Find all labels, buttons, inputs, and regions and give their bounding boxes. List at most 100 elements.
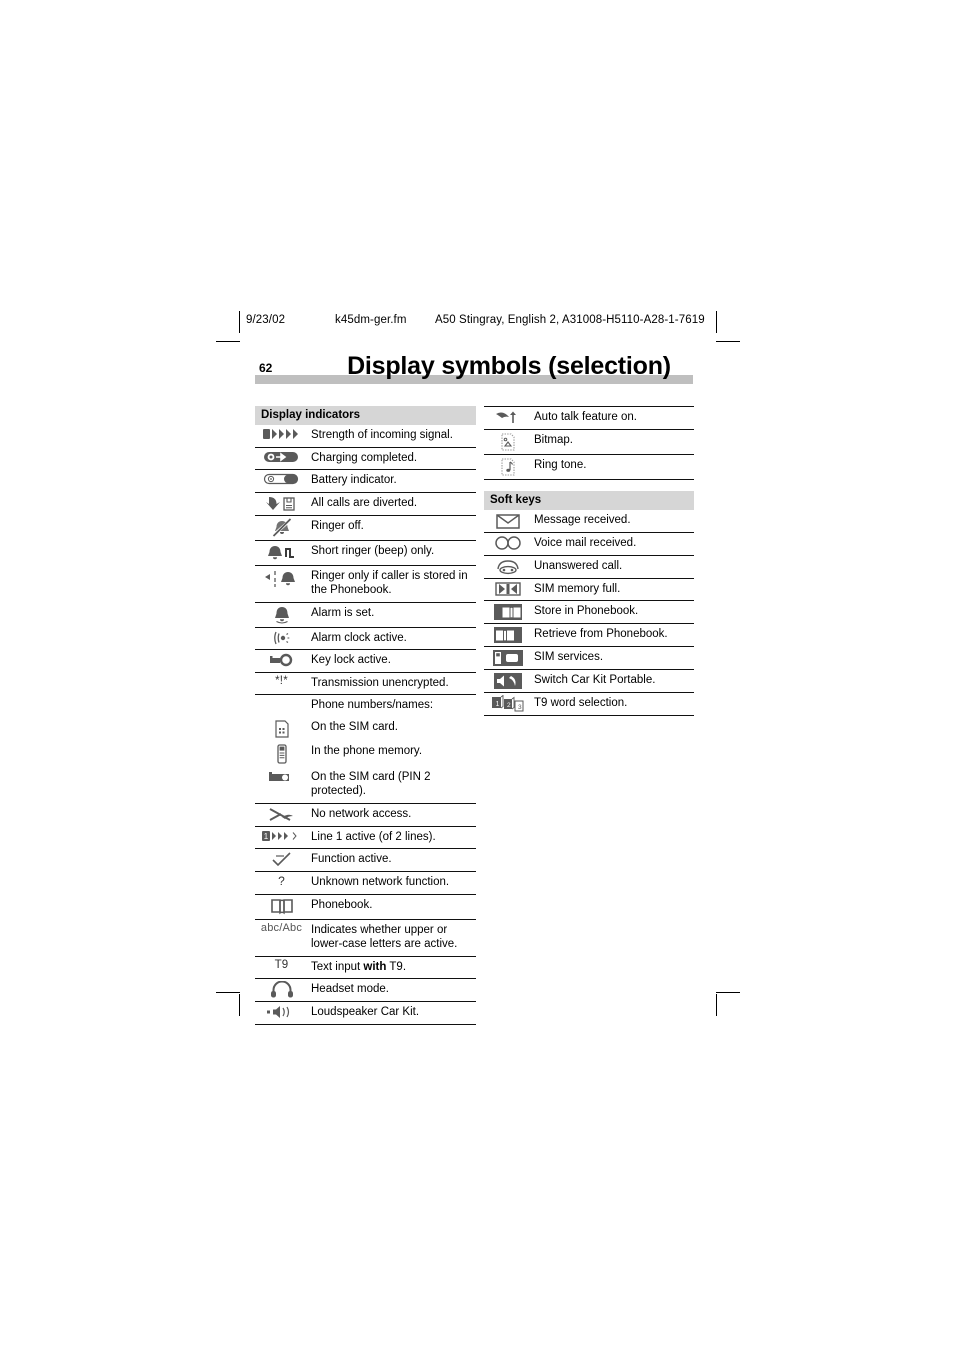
t9-text-after: T9.	[386, 960, 407, 973]
battery-charged-icon	[255, 448, 308, 466]
table-row: Short ringer (beep) only.	[255, 541, 476, 566]
row-label: No network access.	[311, 807, 412, 820]
row-label: Retrieve from Phonebook.	[534, 628, 668, 640]
row-label: Ringer only if caller is stored in the P…	[311, 569, 468, 597]
row-label: Battery indicator.	[311, 474, 397, 486]
table-row: 1 Line 1 active (of 2 lines).	[255, 827, 476, 849]
table-row: In the phone memory.	[255, 741, 476, 767]
sim-pin2-icon	[255, 767, 308, 787]
row-label: Phone numbers/names:	[311, 699, 434, 711]
voice-mail-icon	[484, 533, 531, 553]
table-row: Phone numbers/names:	[255, 695, 476, 717]
row-label: Store in Phonebook.	[534, 605, 639, 617]
table-row: Store in Phonebook.	[484, 601, 694, 624]
soft-keys-table: Auto talk feature on. Bitmap. Ring tone.…	[484, 406, 694, 716]
row-label: SIM memory full.	[534, 582, 621, 595]
question-mark-icon: ?	[255, 872, 308, 890]
row-label: Transmission unencrypted.	[311, 676, 449, 689]
table-row: Phonebook.	[255, 895, 476, 920]
table-row: Loudspeaker Car Kit.	[255, 1002, 476, 1025]
table-row: SIM services.	[484, 647, 694, 670]
header-filename: k45dm-ger.fm	[335, 314, 407, 326]
function-active-icon	[255, 849, 308, 871]
row-label: Ringer off.	[311, 519, 364, 532]
t9-icon: T9	[255, 957, 308, 973]
headset-icon	[255, 979, 308, 1001]
t9-word-selection-icon: 1 2 3	[484, 693, 531, 715]
row-label: Phonebook.	[311, 898, 373, 911]
table-row: Headset mode.	[255, 979, 476, 1002]
table-row: No network access.	[255, 804, 476, 827]
table-row: Retrieve from Phonebook.	[484, 624, 694, 647]
table-row: Unanswered call.	[484, 556, 694, 579]
row-label: Short ringer (beep) only.	[311, 544, 435, 557]
alarm-bell-icon	[255, 603, 308, 627]
store-phonebook-icon	[484, 601, 531, 623]
crop-mark-bottom-right-vertical	[716, 994, 717, 1016]
alarm-clock-icon	[255, 628, 308, 648]
table-row: *!* Transmission unencrypted.	[255, 673, 476, 695]
table-row: Message received.	[484, 510, 694, 533]
row-label: T9 word selection.	[534, 697, 628, 709]
page-number: 62	[259, 361, 273, 375]
envelope-icon	[484, 510, 531, 532]
bitmap-icon	[484, 430, 531, 454]
row-label: Line 1 active (of 2 lines).	[311, 830, 436, 843]
auto-talk-icon	[484, 407, 531, 429]
table-row: ? Unknown network function.	[255, 872, 476, 895]
crop-mark-bottom-left-horizontal	[216, 992, 240, 993]
abc-case-glyph: abc/Abc	[260, 921, 303, 934]
table-row: Alarm is set.	[255, 603, 476, 628]
row-label: On the SIM card.	[311, 720, 398, 733]
unencrypted-icon: *!*	[255, 673, 308, 689]
ring-tone-icon	[484, 455, 531, 479]
table-row: Voice mail received.	[484, 533, 694, 556]
table-row: Ringer only if caller is stored in the P…	[255, 566, 476, 603]
row-label: Charging completed.	[311, 451, 418, 464]
table-row: On the SIM card.	[255, 717, 476, 741]
table-row: Ringer off.	[255, 516, 476, 541]
svg-text:1: 1	[495, 701, 499, 708]
t9-glyph: T9	[274, 958, 289, 971]
crop-mark-bottom-left-vertical	[239, 994, 240, 1016]
t9-text-before: Text input	[311, 960, 364, 973]
short-ringer-beep-icon	[255, 541, 308, 565]
switch-carkit-icon	[484, 670, 531, 692]
chapter-title-band: 62 Display symbols (selection)	[255, 352, 693, 384]
call-divert-icon	[255, 493, 308, 515]
table-row: Function active.	[255, 849, 476, 872]
row-label: Ring tone.	[534, 459, 587, 471]
row-label: Unknown network function.	[311, 876, 450, 888]
sim-card-icon	[255, 717, 308, 741]
row-label: Unanswered call.	[534, 559, 623, 572]
abc-case-icon: abc/Abc	[255, 920, 308, 936]
table-row: Ring tone.	[484, 455, 694, 480]
row-label: In the phone memory.	[311, 744, 423, 757]
row-label: Bitmap.	[534, 434, 573, 446]
table-row: SIM memory full.	[484, 579, 694, 601]
table-row: Strength of incoming signal.	[255, 425, 476, 448]
display-indicators-table: Display indicators Strength of incoming …	[255, 406, 476, 1025]
loudspeaker-carkit-icon	[255, 1002, 308, 1022]
row-label: Auto talk feature on.	[534, 411, 637, 423]
crop-mark-top-right-vertical	[716, 311, 717, 333]
header-date: 9/23/02	[246, 314, 286, 326]
row-label: Alarm clock active.	[311, 631, 407, 644]
svg-text:2: 2	[507, 702, 511, 709]
row-label: Key lock active.	[311, 654, 391, 666]
key-lock-icon	[255, 650, 308, 670]
ringer-off-icon	[255, 516, 308, 540]
row-label: Alarm is set.	[311, 606, 375, 619]
running-header: 9/23/02 k45dm-ger.fm A50 Stingray, Engli…	[240, 312, 705, 332]
crop-mark-top-right-horizontal	[716, 341, 740, 342]
phonebook-icon	[255, 895, 308, 919]
question-mark-glyph: ?	[278, 874, 285, 888]
svg-text:1: 1	[263, 832, 268, 841]
phone-memory-icon	[255, 741, 308, 767]
row-label: On the SIM card (PIN 2 protected).	[311, 770, 431, 798]
table-row: Switch Car Kit Portable.	[484, 670, 694, 693]
row-label: Message received.	[534, 514, 631, 526]
table-row: T9 Text input with T9.	[255, 957, 476, 979]
sim-services-icon	[484, 647, 531, 669]
